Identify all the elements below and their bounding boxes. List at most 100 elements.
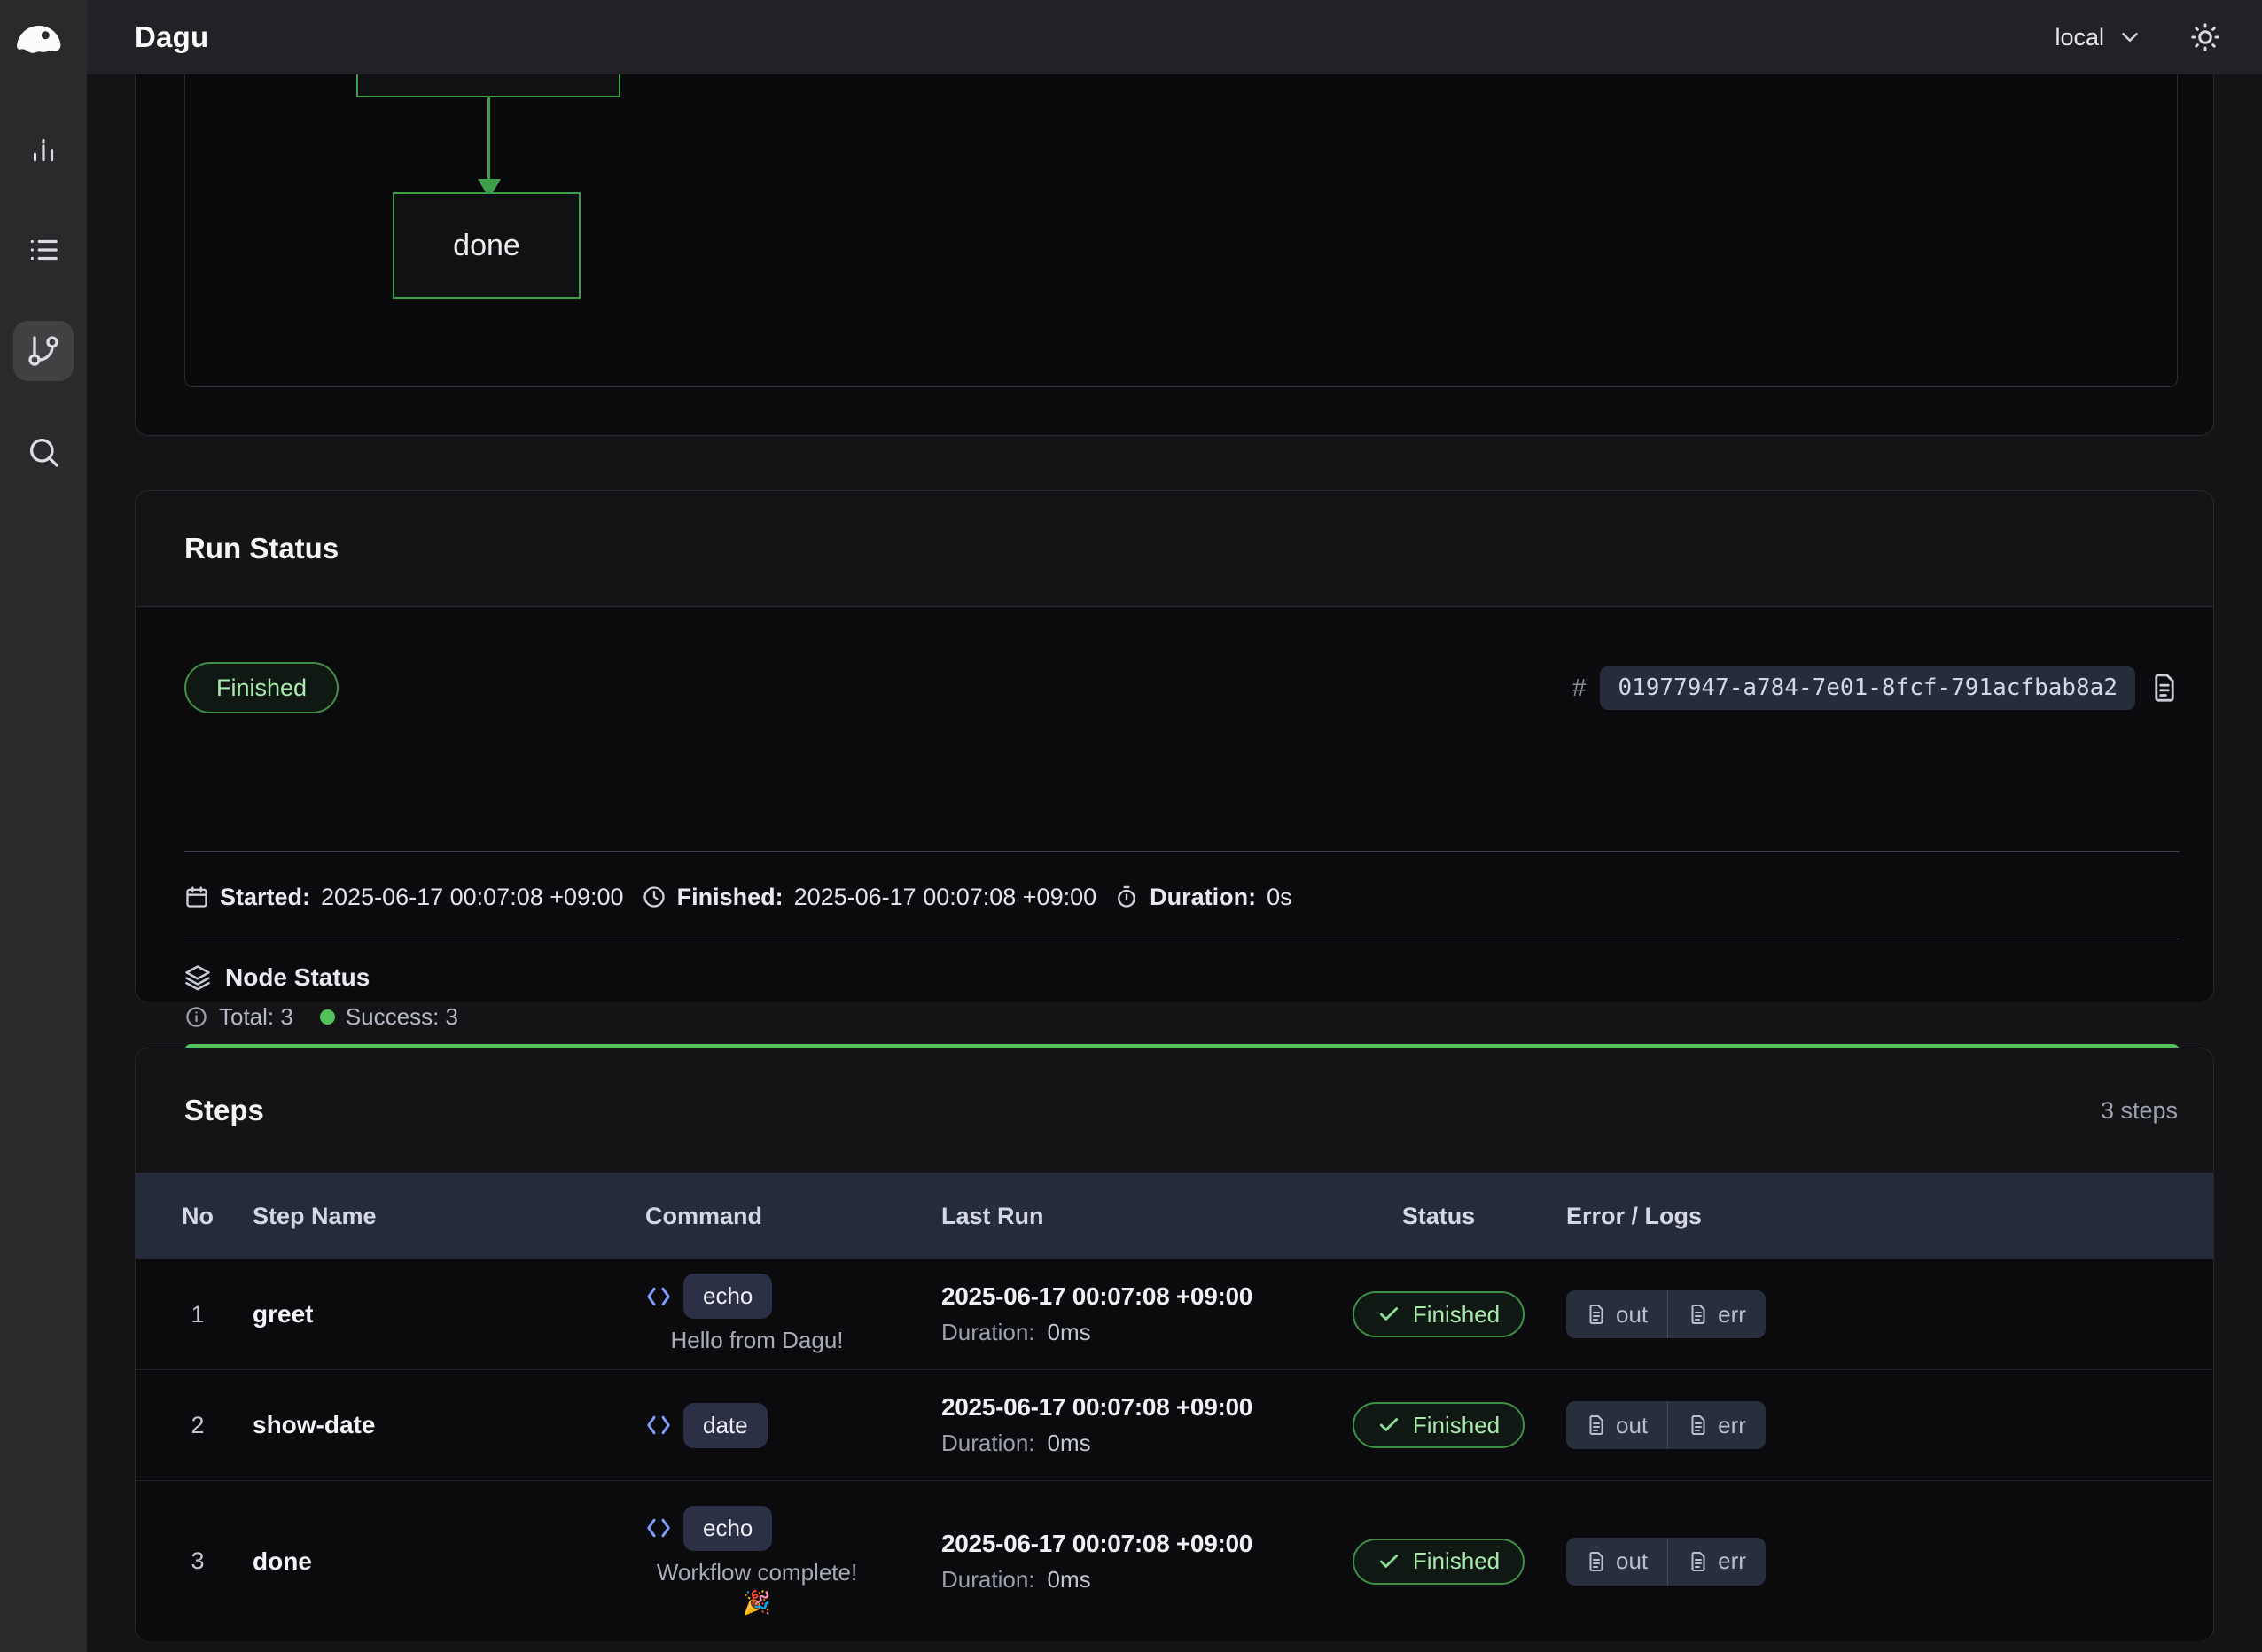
stdout-label: out: [1616, 1301, 1648, 1329]
dag-node-done[interactable]: done: [393, 192, 581, 299]
col-header-name: Step Name: [253, 1173, 625, 1259]
last-run-timestamp: 2025-06-17 00:07:08 +09:00: [941, 1393, 1252, 1422]
steps-count: 3 steps: [2101, 1097, 2178, 1125]
table-row: 2 show-date date: [136, 1370, 2213, 1481]
step-no: 2: [171, 1370, 224, 1480]
stdout-log-button[interactable]: out: [1566, 1538, 1667, 1586]
code-icon: [645, 1412, 672, 1438]
file-text-icon: [1586, 1414, 1607, 1436]
command-args: Hello from Dagu!: [647, 1325, 867, 1355]
sidebar-item-dag-list[interactable]: [13, 220, 74, 280]
hash-symbol: #: [1572, 674, 1587, 702]
stderr-label: err: [1718, 1412, 1746, 1439]
code-icon: [645, 1515, 672, 1541]
status-badge-label: Finished: [216, 674, 307, 702]
check-icon: [1377, 1414, 1400, 1437]
finished-value: 2025-06-17 00:07:08 +09:00: [794, 884, 1097, 911]
stderr-log-button[interactable]: err: [1667, 1401, 1766, 1449]
duration-label: Duration:: [941, 1319, 1035, 1346]
environment-selector[interactable]: local: [2055, 24, 2143, 51]
step-status-badge: Finished: [1353, 1539, 1525, 1585]
col-header-last-run: Last Run: [941, 1173, 1367, 1259]
step-status-label: Finished: [1413, 1301, 1500, 1329]
duration-label: Duration:: [1150, 884, 1256, 911]
sun-icon: [2189, 21, 2221, 53]
duration-value: 0ms: [1048, 1566, 1091, 1594]
node-status-row: Node Status: [184, 962, 370, 994]
last-run-timestamp: 2025-06-17 00:07:08 +09:00: [941, 1530, 1252, 1558]
command-chip: date: [683, 1403, 768, 1448]
sidebar-nav: [0, 119, 87, 482]
file-text-icon: [2149, 673, 2180, 703]
command-chip: echo: [683, 1274, 772, 1319]
stderr-log-button[interactable]: err: [1667, 1538, 1766, 1586]
run-status-card: Run Status Finished # 01977947-a784-7e01…: [135, 490, 2214, 1002]
file-text-icon: [1586, 1551, 1607, 1572]
duration-value: 0ms: [1048, 1319, 1091, 1346]
list-icon: [27, 233, 60, 267]
started-value: 2025-06-17 00:07:08 +09:00: [321, 884, 624, 911]
stdout-log-button[interactable]: out: [1566, 1290, 1667, 1338]
run-status-badge: Finished: [184, 662, 339, 713]
sidebar-item-dashboard[interactable]: [13, 119, 74, 179]
col-header-command: Command: [645, 1173, 911, 1259]
stdout-log-button[interactable]: out: [1566, 1401, 1667, 1449]
dag-node-partial[interactable]: [356, 74, 620, 97]
main-content: done Run Status Finished # 01977947-a784…: [87, 74, 2262, 1652]
log-buttons: out err: [1566, 1290, 1766, 1338]
stdout-label: out: [1616, 1412, 1648, 1439]
stderr-label: err: [1718, 1547, 1746, 1575]
success-count: Success: 3: [346, 1003, 458, 1031]
file-text-icon: [1688, 1304, 1709, 1325]
steps-card: Steps 3 steps No Step Name Command Last …: [135, 1048, 2214, 1641]
step-name: greet: [253, 1259, 625, 1369]
step-status-label: Finished: [1413, 1547, 1500, 1575]
calendar-icon: [184, 884, 209, 909]
stderr-log-button[interactable]: err: [1667, 1290, 1766, 1338]
sidebar-item-search[interactable]: [13, 422, 74, 482]
steps-table-header: No Step Name Command Last Run Status Err…: [136, 1173, 2213, 1259]
git-branch-icon: [26, 333, 61, 369]
step-status-badge: Finished: [1353, 1291, 1525, 1337]
node-status-title: Node Status: [225, 963, 370, 992]
node-counts-row: Total: 3 Success: 3: [184, 1001, 458, 1032]
command-args: Workflow complete! 🎉: [647, 1557, 867, 1617]
copy-run-id-button[interactable]: [2149, 673, 2180, 703]
run-times-row: Started: 2025-06-17 00:07:08 +09:00 Fini…: [184, 873, 1292, 921]
table-row: 1 greet echo Hello from Dagu!: [136, 1259, 2213, 1370]
step-no: 3: [171, 1481, 224, 1641]
dag-node-label: done: [453, 229, 520, 263]
run-status-header: Run Status: [136, 491, 2213, 607]
run-id-value[interactable]: 01977947-a784-7e01-8fcf-791acfbab8a2: [1600, 666, 2135, 710]
last-run-timestamp: 2025-06-17 00:07:08 +09:00: [941, 1282, 1252, 1311]
stdout-label: out: [1616, 1547, 1648, 1575]
total-count: Total: 3: [219, 1003, 293, 1031]
duration-label: Duration:: [941, 1430, 1035, 1457]
steps-table-body: 1 greet echo Hello from Dagu!: [136, 1259, 2213, 1641]
bar-chart-icon: [27, 132, 60, 166]
timer-icon: [1114, 884, 1139, 909]
sidebar-item-dag-runs[interactable]: [13, 321, 74, 381]
dag-edge: [488, 97, 490, 181]
steps-header: Steps 3 steps: [136, 1048, 2213, 1173]
dagu-logo[interactable]: [15, 23, 63, 60]
success-dot-icon: [320, 1009, 335, 1025]
duration-value: 0ms: [1048, 1430, 1091, 1457]
info-icon: [184, 1005, 208, 1029]
theme-toggle-button[interactable]: [2189, 21, 2221, 53]
finished-label: Finished:: [677, 884, 784, 911]
clock-icon: [642, 884, 667, 909]
step-status-label: Finished: [1413, 1412, 1500, 1439]
check-icon: [1377, 1303, 1400, 1326]
file-text-icon: [1688, 1551, 1709, 1572]
search-icon: [26, 434, 61, 470]
log-buttons: out err: [1566, 1538, 1766, 1586]
step-name: show-date: [253, 1370, 625, 1480]
dag-visualization-card: done: [135, 74, 2214, 436]
file-text-icon: [1586, 1304, 1607, 1325]
run-status-body: Finished # 01977947-a784-7e01-8fcf-791ac…: [136, 607, 2213, 1002]
col-header-no: No: [171, 1173, 224, 1259]
run-id-group: # 01977947-a784-7e01-8fcf-791acfbab8a2: [1572, 666, 2180, 710]
app-title: Dagu: [135, 20, 208, 54]
log-buttons: out err: [1566, 1401, 1766, 1449]
